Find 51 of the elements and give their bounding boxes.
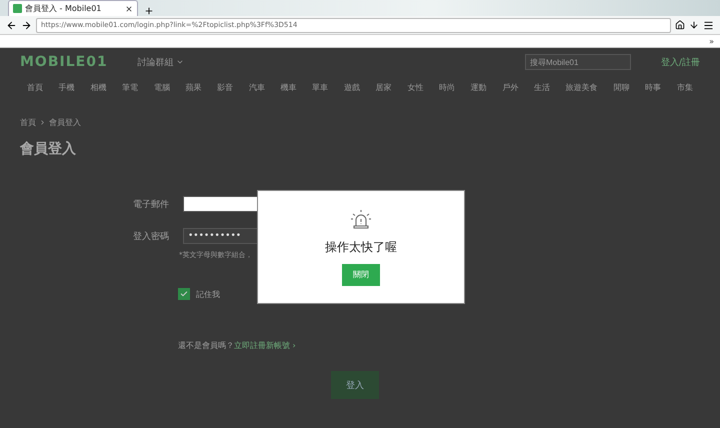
- chevron-down-icon: [176, 58, 184, 66]
- alarm-light-icon: [350, 208, 372, 230]
- field-label: 電子郵件: [133, 198, 170, 210]
- nav-link[interactable]: 生活: [534, 82, 550, 93]
- nav-link[interactable]: 手機: [58, 82, 75, 93]
- site-favicon: [13, 4, 22, 13]
- close-button[interactable]: 關閉: [342, 264, 380, 286]
- new-tab-icon[interactable]: [144, 6, 154, 16]
- nav-link[interactable]: 單車: [312, 82, 328, 93]
- breadcrumb-link[interactable]: 會員登入: [49, 117, 81, 128]
- nav-link[interactable]: 蘋果: [185, 82, 202, 93]
- breadcrumb-link[interactable]: 首頁: [20, 117, 36, 128]
- forward-icon[interactable]: [21, 20, 32, 30]
- nav-link[interactable]: 相機: [90, 82, 106, 93]
- search-field[interactable]: 搜尋Mobile01: [524, 54, 631, 70]
- login-link[interactable]: 登入/註冊: [660, 56, 700, 68]
- nav-link[interactable]: 旅遊美食: [566, 82, 598, 93]
- nav-link[interactable]: 影音: [217, 82, 234, 93]
- nav-link[interactable]: 戶外: [502, 82, 518, 93]
- register-link[interactable]: 立即註冊新帳號 ›: [234, 340, 296, 351]
- field-label: 登入密碼: [133, 230, 170, 242]
- nav-link[interactable]: 閒聊: [613, 82, 630, 93]
- page-title: 會員登入: [20, 140, 77, 158]
- login-button[interactable]: 登入: [331, 371, 379, 399]
- forum-menu[interactable]: 討論群組: [138, 56, 184, 68]
- nav-link[interactable]: 運動: [470, 82, 487, 93]
- remember-checkbox[interactable]: [178, 288, 190, 300]
- bookmarks-overflow[interactable]: »: [709, 36, 714, 46]
- nav-link[interactable]: 時事: [645, 82, 662, 93]
- nav-link[interactable]: 遊戲: [344, 82, 360, 93]
- nav-link[interactable]: 筆電: [122, 82, 138, 93]
- site-logo[interactable]: MOBILE01: [20, 54, 108, 70]
- alert-message: 操作太快了喔: [325, 238, 397, 256]
- nav-link[interactable]: 首頁: [27, 82, 43, 93]
- download-icon[interactable]: [689, 20, 699, 30]
- back-icon[interactable]: [6, 20, 17, 30]
- breadcrumb-separator-icon: [39, 119, 46, 126]
- nav-link[interactable]: 電腦: [154, 82, 170, 93]
- checkmark-icon: [180, 290, 188, 298]
- close-icon[interactable]: [125, 4, 133, 12]
- nav-link[interactable]: 時尚: [438, 82, 455, 93]
- nav-link[interactable]: 居家: [376, 82, 392, 93]
- nav-link[interactable]: 女性: [407, 82, 424, 93]
- home-icon[interactable]: [675, 20, 685, 30]
- register-prompt: 還不是會員嗎？: [178, 340, 234, 351]
- nav-link[interactable]: 機車: [280, 82, 296, 93]
- menu-icon[interactable]: [703, 20, 714, 30]
- nav-link[interactable]: 汽車: [248, 82, 265, 93]
- nav-link[interactable]: 市集: [676, 82, 693, 93]
- checkbox-label: 記住我: [196, 288, 220, 300]
- browser-tab[interactable]: 會員登入 - Mobile01: [8, 0, 138, 16]
